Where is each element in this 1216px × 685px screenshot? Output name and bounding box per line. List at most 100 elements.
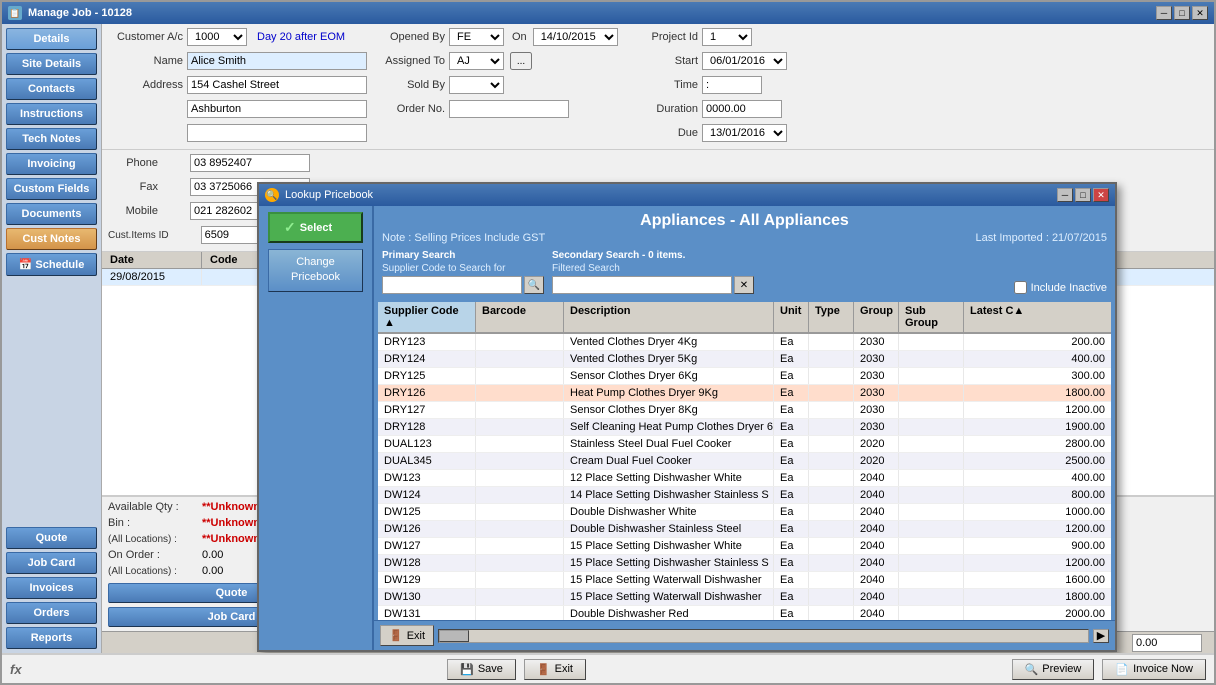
preview-button[interactable]: 🔍 Preview bbox=[1012, 659, 1095, 680]
list-item[interactable]: DW124 14 Place Setting Dishwasher Stainl… bbox=[378, 487, 1111, 504]
list-item[interactable]: DW125 Double Dishwasher White Ea 2040 10… bbox=[378, 504, 1111, 521]
sidebar-item-site-details[interactable]: Site Details bbox=[6, 53, 97, 75]
close-button[interactable]: ✕ bbox=[1192, 6, 1208, 20]
exit-button[interactable]: 🚪 Exit bbox=[380, 625, 434, 646]
assigned-to-btn[interactable]: ... bbox=[510, 52, 532, 70]
save-button[interactable]: 💾 Save bbox=[447, 659, 516, 680]
list-item[interactable]: DRY127 Sensor Clothes Dryer 8Kg Ea 2030 … bbox=[378, 402, 1111, 419]
sidebar-btn-reports[interactable]: Reports bbox=[6, 627, 97, 649]
sold-by-select[interactable] bbox=[449, 76, 504, 94]
maximize-button[interactable]: □ bbox=[1174, 6, 1190, 20]
list-item[interactable]: DW131 Double Dishwasher Red Ea 2040 2000… bbox=[378, 606, 1111, 620]
cell-supplier-code: DRY127 bbox=[378, 402, 476, 418]
sidebar-item-details[interactable]: Details bbox=[6, 28, 97, 50]
minimize-button[interactable]: ─ bbox=[1156, 6, 1172, 20]
sub-group-col-header[interactable]: Sub Group bbox=[899, 302, 964, 332]
sidebar-item-tech-notes[interactable]: Tech Notes bbox=[6, 128, 97, 150]
sidebar-btn-orders[interactable]: Orders bbox=[6, 602, 97, 624]
cell-type bbox=[809, 572, 854, 588]
primary-search-icon[interactable]: 🔍 bbox=[524, 276, 544, 294]
sidebar-btn-quote[interactable]: Quote bbox=[6, 527, 97, 549]
include-inactive-checkbox[interactable] bbox=[1014, 281, 1027, 294]
cell-unit: Ea bbox=[774, 436, 809, 452]
list-item[interactable]: DRY125 Sensor Clothes Dryer 6Kg Ea 2030 … bbox=[378, 368, 1111, 385]
sidebar-item-documents[interactable]: Documents bbox=[6, 203, 97, 225]
cell-group: 2040 bbox=[854, 521, 899, 537]
latest-cost-col-header[interactable]: Latest C▲ bbox=[964, 302, 1111, 332]
cell-latest-cost: 2800.00 bbox=[964, 436, 1111, 452]
phone-input[interactable] bbox=[190, 154, 310, 172]
address1-input[interactable] bbox=[187, 76, 367, 94]
change-pricebook-button[interactable]: ChangePricebook bbox=[268, 249, 363, 292]
group-col-header[interactable]: Group bbox=[854, 302, 899, 332]
list-item[interactable]: DW127 15 Place Setting Dishwasher White … bbox=[378, 538, 1111, 555]
invoice-now-button[interactable]: 📄 Invoice Now bbox=[1102, 659, 1206, 680]
list-item[interactable]: DW128 15 Place Setting Dishwasher Stainl… bbox=[378, 555, 1111, 572]
list-item[interactable]: DUAL123 Stainless Steel Dual Fuel Cooker… bbox=[378, 436, 1111, 453]
horizontal-scrollbar[interactable] bbox=[438, 629, 1089, 643]
cell-description: Double Dishwasher Red bbox=[564, 606, 774, 620]
list-item[interactable]: DW129 15 Place Setting Waterwall Dishwas… bbox=[378, 572, 1111, 589]
cell-unit: Ea bbox=[774, 504, 809, 520]
terms-value: Day 20 after EOM bbox=[257, 31, 345, 43]
assigned-to-select[interactable]: AJ bbox=[449, 52, 504, 70]
sidebar-item-schedule[interactable]: 📅 Schedule bbox=[6, 253, 97, 276]
unit-col-header[interactable]: Unit bbox=[774, 302, 809, 332]
lookup-header: Appliances - All Appliances Note : Selli… bbox=[374, 206, 1115, 300]
supplier-code-col-header[interactable]: Supplier Code ▲ bbox=[378, 302, 476, 332]
address2-input[interactable] bbox=[187, 100, 367, 118]
list-item[interactable]: DRY124 Vented Clothes Dryer 5Kg Ea 2030 … bbox=[378, 351, 1111, 368]
type-col-header[interactable]: Type bbox=[809, 302, 854, 332]
time-input[interactable] bbox=[702, 76, 762, 94]
duration-input[interactable] bbox=[702, 100, 782, 118]
list-item[interactable]: DUAL345 Cream Dual Fuel Cooker Ea 2020 2… bbox=[378, 453, 1111, 470]
list-item[interactable]: DRY123 Vented Clothes Dryer 4Kg Ea 2030 … bbox=[378, 334, 1111, 351]
sidebar-item-cust-notes[interactable]: Cust Notes bbox=[6, 228, 97, 250]
sidebar-item-custom-fields[interactable]: Custom Fields bbox=[6, 178, 97, 200]
cell-supplier-code: DRY124 bbox=[378, 351, 476, 367]
cell-unit: Ea bbox=[774, 334, 809, 350]
list-item[interactable]: DW130 15 Place Setting Waterwall Dishwas… bbox=[378, 589, 1111, 606]
lookup-minimize-btn[interactable]: ─ bbox=[1057, 188, 1073, 202]
cell-sub-group bbox=[899, 470, 964, 486]
sidebar-btn-invoices[interactable]: Invoices bbox=[6, 577, 97, 599]
sidebar-item-contacts[interactable]: Contacts bbox=[6, 78, 97, 100]
list-item[interactable]: DRY128 Self Cleaning Heat Pump Clothes D… bbox=[378, 419, 1111, 436]
cell-supplier-code: DUAL123 bbox=[378, 436, 476, 452]
start-date-select[interactable]: 06/01/2016 bbox=[702, 52, 787, 70]
opened-by-select[interactable]: FE bbox=[449, 28, 504, 46]
sidebar-item-instructions[interactable]: Instructions bbox=[6, 103, 97, 125]
address3-input[interactable] bbox=[187, 124, 367, 142]
deposit-received-input[interactable] bbox=[1132, 634, 1202, 652]
lookup-maximize-btn[interactable]: □ bbox=[1075, 188, 1091, 202]
cell-sub-group bbox=[899, 521, 964, 537]
order-no-input[interactable] bbox=[449, 100, 569, 118]
name-input[interactable] bbox=[187, 52, 367, 70]
select-button[interactable]: ✓ Select bbox=[268, 212, 363, 243]
due-date-select[interactable]: 13/01/2016 bbox=[702, 124, 787, 142]
exit-main-button[interactable]: 🚪 Exit bbox=[524, 659, 586, 680]
cell-barcode bbox=[476, 606, 564, 620]
description-col-header[interactable]: Description bbox=[564, 302, 774, 332]
secondary-search-clear-icon[interactable]: ✕ bbox=[734, 276, 754, 294]
cell-group: 2040 bbox=[854, 589, 899, 605]
list-item[interactable]: DRY126 Heat Pump Clothes Dryer 9Kg Ea 20… bbox=[378, 385, 1111, 402]
sidebar-item-invoicing[interactable]: Invoicing bbox=[6, 153, 97, 175]
list-item[interactable]: DW123 12 Place Setting Dishwasher White … bbox=[378, 470, 1111, 487]
primary-search-input[interactable] bbox=[382, 276, 522, 294]
project-id-select[interactable]: 1 bbox=[702, 28, 752, 46]
customer-ac-select[interactable]: 1000 bbox=[187, 28, 247, 46]
scroll-right-btn[interactable]: ▶ bbox=[1093, 629, 1109, 643]
on-date-select[interactable]: 14/10/2015 bbox=[533, 28, 618, 46]
list-item[interactable]: DW126 Double Dishwasher Stainless Steel … bbox=[378, 521, 1111, 538]
cust-items-id-input[interactable] bbox=[201, 226, 261, 244]
barcode-col-header[interactable]: Barcode bbox=[476, 302, 564, 332]
sidebar-btn-job-card[interactable]: Job Card bbox=[6, 552, 97, 574]
cell-unit: Ea bbox=[774, 521, 809, 537]
cell-latest-cost: 1200.00 bbox=[964, 402, 1111, 418]
cell-latest-cost: 2000.00 bbox=[964, 606, 1111, 620]
lookup-close-btn[interactable]: ✕ bbox=[1093, 188, 1109, 202]
cell-unit: Ea bbox=[774, 453, 809, 469]
secondary-search-input[interactable] bbox=[552, 276, 732, 294]
lookup-search-row: Primary Search Supplier Code to Search f… bbox=[382, 250, 1107, 294]
